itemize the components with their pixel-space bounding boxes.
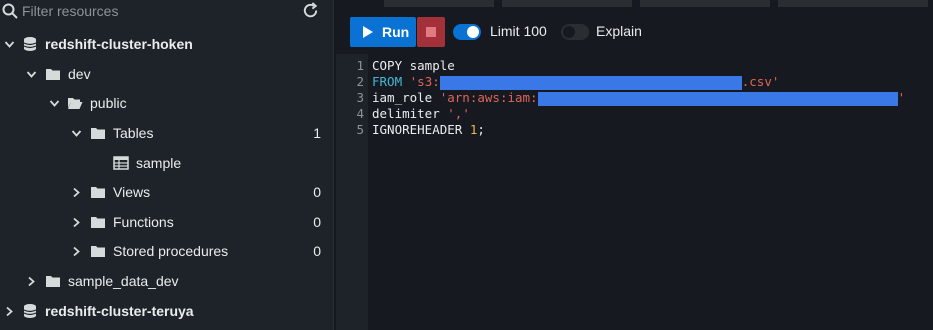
tree-item-label: dev xyxy=(68,66,91,82)
code-token: FROM xyxy=(372,74,410,89)
code-text: iam_role 'arn:aws:iam: ' xyxy=(372,90,905,106)
tree-item-count: 0 xyxy=(313,214,321,230)
chevron-right-icon[interactable] xyxy=(71,246,82,257)
tree-item-count: 1 xyxy=(313,125,321,141)
toggle-knob xyxy=(563,26,575,38)
run-button[interactable]: Run xyxy=(350,17,416,47)
code-line: 3 iam_role 'arn:aws:iam: ' xyxy=(336,90,933,106)
code-token: COPY sample xyxy=(372,58,455,73)
folder-icon xyxy=(90,214,106,230)
code-editor[interactable]: 1 COPY sample 2 FROM 's3: .csv' 3 iam_role 'ar… xyxy=(336,54,933,330)
line-number: 2 xyxy=(356,74,364,89)
code-line: 4 delimiter ',' xyxy=(336,106,933,122)
tree-item-stored-procedures[interactable]: Stored procedures 0 xyxy=(0,237,333,265)
tree-item-label: Tables xyxy=(113,125,154,141)
chevron-down-icon[interactable] xyxy=(4,39,15,50)
folder-open-icon xyxy=(67,95,83,111)
code-text: IGNOREHEADER 1; xyxy=(372,122,485,138)
table-icon xyxy=(113,155,129,171)
run-button-label: Run xyxy=(382,24,410,40)
play-icon xyxy=(363,26,373,38)
tree-item-label: Views xyxy=(113,184,151,200)
toggle-knob xyxy=(467,26,479,38)
refresh-icon[interactable] xyxy=(301,1,320,20)
chevron-right-icon[interactable] xyxy=(71,187,82,198)
tree-item-label: sample_data_dev xyxy=(68,273,179,289)
editor-tab[interactable] xyxy=(384,0,494,7)
limit-label: Limit 100 xyxy=(490,23,547,39)
tree-item-count: 0 xyxy=(313,243,321,259)
folder-icon xyxy=(45,66,61,82)
code-token: ',' xyxy=(447,106,470,121)
editor-tab[interactable] xyxy=(778,0,928,7)
redacted-block xyxy=(537,91,898,106)
tree-item-label: Stored procedures xyxy=(113,243,229,259)
editor-tab[interactable] xyxy=(502,0,632,7)
tree-item-sample-data-dev[interactable]: sample_data_dev xyxy=(0,267,333,295)
folder-icon xyxy=(45,273,61,289)
code-token: 's3: xyxy=(409,74,440,89)
chevron-down-icon[interactable] xyxy=(71,128,82,139)
query-editor: Run Limit 100 Explain 1 COPY sample 2 FROM … xyxy=(336,0,933,330)
chevron-right-icon[interactable] xyxy=(4,306,15,317)
limit-toggle[interactable] xyxy=(453,24,481,40)
editor-toolbar: Run Limit 100 Explain xyxy=(336,8,933,54)
code-token: delimiter xyxy=(372,106,448,121)
chevron-right-icon[interactable] xyxy=(26,276,37,287)
folder-icon xyxy=(90,184,106,200)
code-line: 2 FROM 's3: .csv' xyxy=(336,74,933,90)
search-icon xyxy=(2,3,18,19)
stop-button[interactable] xyxy=(417,17,445,47)
tree-item-count: 0 xyxy=(313,184,321,200)
tree-item-sample[interactable]: sample xyxy=(0,149,333,177)
tree-item-tables[interactable]: Tables 1 xyxy=(0,119,333,147)
editor-tab[interactable] xyxy=(640,0,770,7)
tab-strip xyxy=(336,0,933,8)
code-token: .csv' xyxy=(741,74,780,89)
code-text: COPY sample xyxy=(372,58,455,74)
resource-sidebar: redshift-cluster-hoken dev public Tables 1 sa… xyxy=(0,0,334,330)
code-text: delimiter ',' xyxy=(372,106,470,122)
tree-item-label: redshift-cluster-teruya xyxy=(45,303,194,319)
line-number: 3 xyxy=(356,90,364,105)
line-number: 5 xyxy=(356,122,364,137)
chevron-down-icon[interactable] xyxy=(26,69,37,80)
folder-icon xyxy=(90,125,106,141)
tree-item-redshift-cluster-teruya[interactable]: redshift-cluster-teruya xyxy=(0,297,333,325)
filter-resources-bar xyxy=(0,0,333,24)
database-icon xyxy=(22,36,38,52)
tree-item-label: Functions xyxy=(113,214,174,230)
code-line: 5 IGNOREHEADER 1; xyxy=(336,122,933,138)
code-text: FROM 's3: .csv' xyxy=(372,74,779,90)
stop-icon xyxy=(426,27,436,37)
code-token: IGNOREHEADER xyxy=(372,122,470,137)
tree-item-functions[interactable]: Functions 0 xyxy=(0,208,333,236)
tree-item-label: public xyxy=(90,95,127,111)
explain-label: Explain xyxy=(596,23,642,39)
explain-toggle[interactable] xyxy=(561,24,589,40)
filter-resources-input[interactable] xyxy=(22,1,292,21)
code-token: ' xyxy=(897,90,906,105)
chevron-down-icon[interactable] xyxy=(49,98,60,109)
line-number: 1 xyxy=(356,58,364,73)
tree-item-dev[interactable]: dev xyxy=(0,60,333,88)
redacted-block xyxy=(439,75,742,90)
code-token: iam_role xyxy=(372,90,440,105)
tree-item-redshift-cluster-hoken[interactable]: redshift-cluster-hoken xyxy=(0,30,333,58)
code-line: 1 COPY sample xyxy=(336,58,933,74)
tree-item-label: sample xyxy=(136,155,182,171)
database-icon xyxy=(22,303,38,319)
code-token: ; xyxy=(477,122,485,137)
code-token: 'arn:aws:iam: xyxy=(439,90,538,105)
folder-icon xyxy=(90,243,106,259)
tree-item-views[interactable]: Views 0 xyxy=(0,178,333,206)
line-number: 4 xyxy=(356,106,364,121)
chevron-right-icon[interactable] xyxy=(71,217,82,228)
tree-item-public[interactable]: public xyxy=(0,89,333,117)
tree-item-label: redshift-cluster-hoken xyxy=(45,36,193,52)
